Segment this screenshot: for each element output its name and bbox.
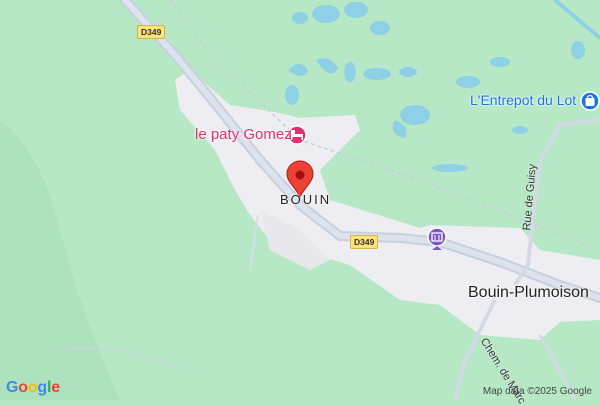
town-label-bouin-plumoison: Bouin-Plumoison	[468, 284, 589, 301]
place-label-bouin: BOUIN	[280, 192, 332, 207]
map-copyright[interactable]: Map data ©2025 Google	[483, 386, 592, 397]
shopping-bag-icon[interactable]	[580, 91, 600, 111]
poi-hotel-label[interactable]: le paty Gomez	[195, 126, 292, 143]
poi-store-label[interactable]: L'Entrepot du Lot	[470, 92, 576, 108]
road-shield-d349-north: D349	[137, 25, 166, 39]
road-shield-d349-east: D349	[350, 235, 379, 249]
google-logo: Google	[6, 379, 60, 396]
